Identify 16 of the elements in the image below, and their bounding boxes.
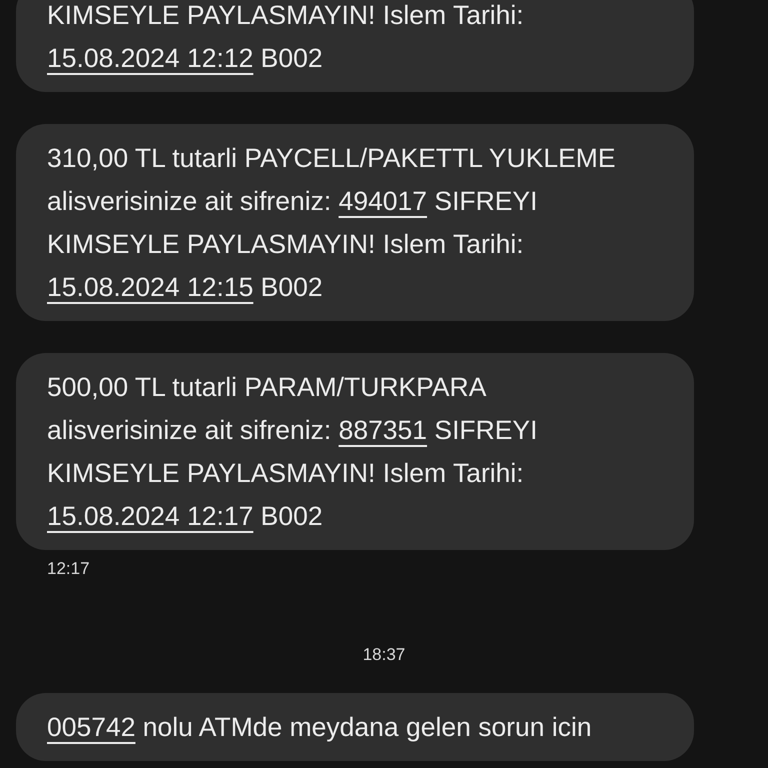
message-bubble[interactable]: KIMSEYLE PAYLASMAYIN! Islem Tarihi: 15.08.2024 12:12 B002 <box>16 0 694 92</box>
timestamp: 18:37 <box>362 644 406 666</box>
link[interactable]: 15.08.2024 12:15 <box>47 272 254 302</box>
message-bubble[interactable]: 005742 nolu ATMde meydana gelen sorun icin <box>16 693 694 761</box>
message-text: KIMSEYLE PAYLASMAYIN! Islem Tarihi: 15.08.2024 12:12 B002 <box>47 0 525 75</box>
message-text: 005742 nolu ATMde meydana gelen sorun icin <box>47 711 593 744</box>
message-bubble[interactable]: 310,00 TL tutarli PAYCELL/PAKETTL YUKLEME alisverisinize ait sifreniz: 494017 SIFREYI KIMSEYLE PAYLASMAYIN! Islem Tarihi: 15.08.2024 12:15 B002 <box>16 124 694 321</box>
message-bubble[interactable]: 500,00 TL tutarli PARAM/TURKPARA alisverisinize ait sifreniz: 887351 SIFREYI KIMSEYLE PAYLASMAYIN! Islem Tarihi: 15.08.2024 12:17 B002 <box>16 353 694 550</box>
link[interactable]: 15.08.2024 12:17 <box>47 501 254 531</box>
message-text: 310,00 TL tutarli PAYCELL/PAKETTL YUKLEME alisverisinize ait sifreniz: 494017 SIFREYI KIMSEYLE PAYLASMAYIN! Islem Tarihi: 15.08.2024 12:15 B002 <box>47 142 617 304</box>
link[interactable]: 887351 <box>338 415 428 445</box>
link[interactable]: 15.08.2024 12:12 <box>47 43 254 73</box>
link[interactable]: 005742 <box>47 712 136 742</box>
timestamp: 12:17 <box>47 558 90 580</box>
link[interactable]: 494017 <box>338 186 428 216</box>
message-text: 500,00 TL tutarli PARAM/TURKPARA alisverisinize ait sifreniz: 887351 SIFREYI KIMSEYLE PAYLASMAYIN! Islem Tarihi: 15.08.2024 12:17 B002 <box>47 371 538 533</box>
